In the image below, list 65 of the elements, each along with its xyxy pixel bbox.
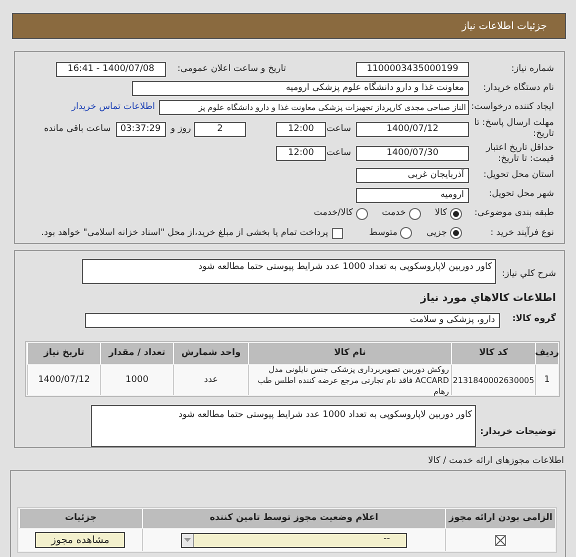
field-label: طبقه بندی موضوعی: bbox=[473, 207, 554, 220]
option-label: خدمت bbox=[382, 207, 406, 220]
creator-field[interactable]: الناز صباحی مجدی کارپرداز تجهیزات پزشکی معاونت غذا و دارو دانشگاه علوم پز bbox=[159, 100, 469, 116]
radio-button[interactable] bbox=[450, 227, 462, 240]
field-label: ایجاد کننده درخواست: bbox=[471, 101, 554, 114]
field-label: گروه کالا: bbox=[511, 313, 556, 326]
page-title: جزئیات اطلاعات نیاز bbox=[462, 20, 547, 34]
table-cell: 1000 bbox=[100, 365, 173, 395]
contact-link[interactable]: اطلاعات تماس خریدار bbox=[72, 101, 155, 115]
countdown-field[interactable]: 03:37:29 bbox=[116, 122, 166, 137]
option-label: جزیی bbox=[426, 226, 447, 240]
field-label: نوع فرآیند خرید : bbox=[489, 226, 554, 240]
date-field[interactable]: 1400/07/12 bbox=[356, 122, 469, 137]
column-header: تعداد / مقدار bbox=[100, 343, 173, 364]
radio-button[interactable] bbox=[400, 227, 412, 240]
column-header: ردیف bbox=[535, 343, 558, 364]
city-field[interactable]: ارومیه bbox=[356, 188, 469, 203]
radio-button[interactable] bbox=[408, 208, 421, 220]
field-label: شماره نیاز: bbox=[511, 62, 554, 76]
checkbox-label: پرداخت تمام یا بخشی از مبلغ خرید،از محل "اسناد خزانه اسلامی" خواهد بود. bbox=[41, 226, 328, 240]
field-label: حداقل تاریخ اعتبار قیمت: تا تاریخ: bbox=[484, 142, 554, 165]
summary-box[interactable]: کاور دوربین لاپاروسکوپی به تعداد 1000 عدد شرایط پیوستی حتما مطالعه شود bbox=[82, 259, 496, 284]
column-header: واحد شمارش bbox=[173, 343, 248, 364]
goods-group-field[interactable]: دارو، پزشکی و سلامت bbox=[85, 312, 500, 328]
radio-button[interactable] bbox=[450, 208, 462, 220]
notes-box[interactable]: کاور دوربین لاپاروسکوپی به تعداد 1000 عدد شرایط پیوستی حتما مطالعه شود bbox=[91, 405, 476, 447]
table-cell: 2131840002630005 bbox=[451, 365, 535, 395]
table-cell: 1 bbox=[535, 365, 558, 395]
date-field[interactable]: 1400/07/30 bbox=[356, 146, 469, 162]
column-header: جزئیات bbox=[19, 509, 142, 528]
field-label: روز و bbox=[170, 122, 191, 136]
field-label: شهر محل تحویل: bbox=[488, 188, 554, 202]
time-field[interactable]: 12:00 bbox=[276, 122, 326, 137]
column-header: الزامی بودن ارائه مجوز bbox=[445, 509, 555, 528]
field-label: ساعت باقی مانده bbox=[44, 122, 111, 136]
time-field[interactable]: 12:00 bbox=[276, 146, 326, 162]
option-label: متوسط bbox=[369, 226, 398, 240]
buyer-field[interactable]: معاونت غذا و دارو دانشگاه علوم پزشکی ارومیه bbox=[132, 81, 469, 96]
field-label: مهلت ارسال پاسخ: تا تاریخ: bbox=[473, 118, 554, 140]
column-header: اعلام وضعیت مجوز توسط تامین کننده bbox=[142, 509, 446, 528]
checkbox[interactable] bbox=[332, 228, 344, 239]
column-header: تاریخ نیاز bbox=[27, 343, 100, 364]
option-label: کالا bbox=[434, 207, 447, 220]
section-title: اطلاعات کالاهاي مورد نياز bbox=[420, 290, 556, 306]
column-header: کد کالا bbox=[451, 343, 535, 364]
column-header: نام کالا bbox=[248, 343, 451, 364]
field-label: توضیحات خریدار: bbox=[480, 426, 556, 439]
option-label: کالا/خدمت bbox=[314, 207, 353, 220]
status-dropdown[interactable]: -- bbox=[180, 532, 407, 548]
days-field[interactable]: 2 bbox=[194, 122, 246, 137]
table-cell: روکش دوربین تصویربرداری پزشکی جنس نایلونی مدل ACCARD فاقد نام تجارتی مرجع عرضه کننده اطلس طب رهام bbox=[248, 365, 451, 395]
need-number-field[interactable]: 1100003435000199 bbox=[356, 62, 469, 78]
caret-icon bbox=[182, 534, 194, 546]
field-label: نام دستگاه خریدار: bbox=[483, 82, 554, 95]
field-label: ساعت bbox=[329, 147, 351, 160]
table-cell: 1400/07/12 bbox=[27, 365, 100, 395]
field-label: ساعت bbox=[329, 122, 351, 136]
radio-button[interactable] bbox=[356, 208, 368, 220]
table-cell: عدد bbox=[173, 365, 248, 395]
field-label: تاریخ و ساعت اعلان عمومی: bbox=[177, 62, 286, 76]
field-label: شرح کلي نياز: bbox=[500, 268, 556, 281]
field-label: استان محل تحویل: bbox=[483, 169, 554, 182]
view-permit-button[interactable]: مشاهده مجوز bbox=[35, 532, 126, 548]
section-title: اطلاعات مجوزهای ارائه خدمت / کالا bbox=[428, 455, 564, 468]
announce-date-field[interactable]: 1400/07/08 - 16:41 bbox=[56, 62, 166, 78]
